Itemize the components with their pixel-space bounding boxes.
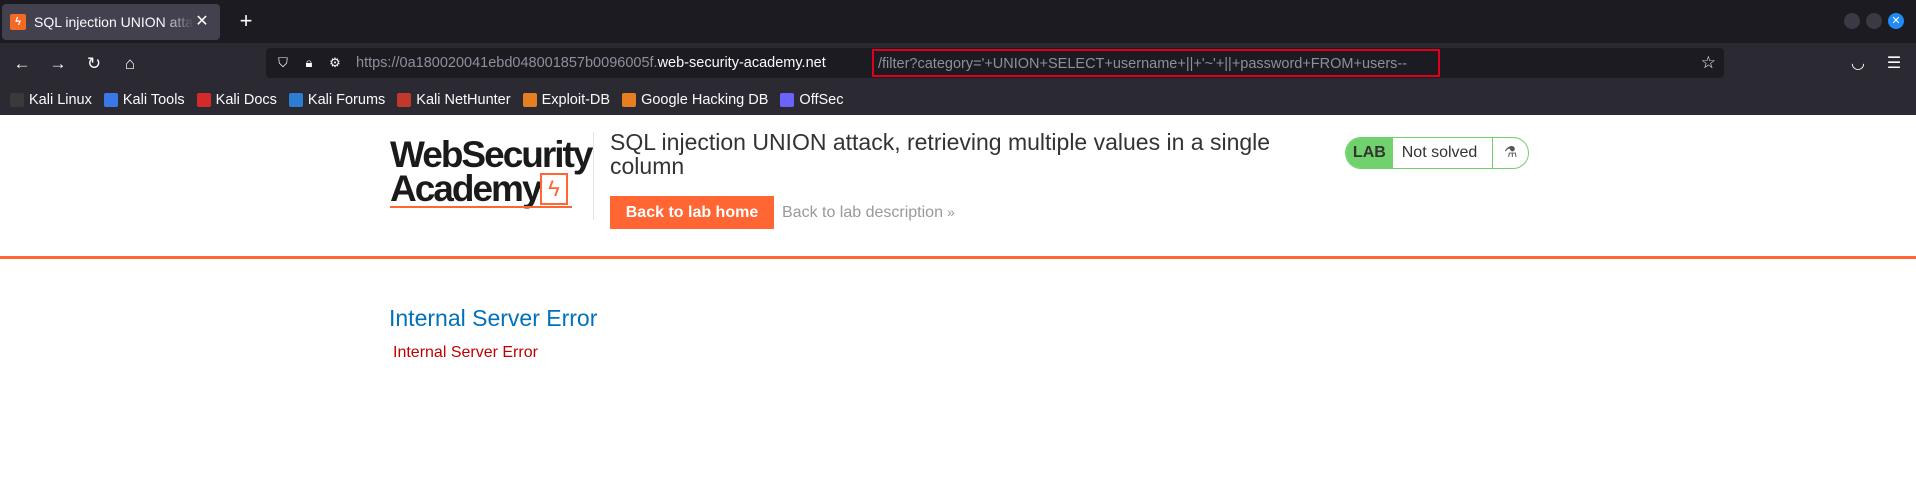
navigation-bar: ← → ↻ ⌂ ⛉ 🔒︎ ⚙ https://0a180020041ebd048… bbox=[0, 43, 1916, 84]
error-heading: Internal Server Error bbox=[389, 305, 598, 331]
shield-icon[interactable]: ⛉ bbox=[274, 54, 292, 72]
new-tab-button[interactable]: + bbox=[233, 8, 259, 34]
url-text: https://0a180020041ebd048001857b0096005f… bbox=[356, 55, 826, 71]
active-tab[interactable]: ϟ SQL injection UNION attack, retrieving… bbox=[2, 4, 220, 40]
back-icon[interactable]: ← bbox=[10, 52, 34, 76]
close-tab-icon[interactable]: ✕ bbox=[192, 12, 212, 32]
flask-icon: ⚗ bbox=[1492, 138, 1528, 168]
lab-status-text: Not solved bbox=[1401, 144, 1478, 161]
url-domain: web-security-academy.net bbox=[657, 55, 826, 71]
lab-title: SQL injection UNION attack, retrieving m… bbox=[610, 129, 1271, 179]
pocket-icon[interactable]: ◡ bbox=[1846, 52, 1870, 76]
double-chevron-right-icon: » bbox=[946, 204, 955, 220]
bookmark-kali-docs[interactable]: Kali Docs bbox=[196, 92, 277, 108]
header-divider bbox=[593, 132, 594, 220]
forward-icon[interactable]: → bbox=[46, 52, 70, 76]
google-hacking-db-icon bbox=[622, 92, 637, 107]
lab-badge: LAB bbox=[1346, 138, 1393, 168]
error-message: Internal Server Error bbox=[393, 344, 538, 361]
url-scheme: https://0a180020041ebd048001857b0096005f… bbox=[356, 55, 658, 71]
bookmark-kali-linux[interactable]: Kali Linux bbox=[10, 92, 92, 108]
back-to-lab-description-link[interactable]: Back to lab description» bbox=[782, 204, 955, 222]
bookmark-offsec[interactable]: OffSec bbox=[780, 92, 843, 108]
lock-icon[interactable]: 🔒︎ bbox=[300, 54, 318, 72]
exploit-db-icon bbox=[522, 92, 537, 107]
tab-bar: ϟ SQL injection UNION attack, retrieving… bbox=[0, 0, 1916, 43]
lightning-bolt-icon: ϟ bbox=[540, 173, 568, 205]
home-icon[interactable]: ⌂ bbox=[118, 52, 142, 76]
bookmark-kali-forums[interactable]: Kali Forums bbox=[288, 92, 385, 108]
back-to-lab-home-button[interactable]: Back to lab home bbox=[610, 196, 774, 229]
url-path-highlight: /filter?category='+UNION+SELECT+username… bbox=[872, 49, 1440, 77]
kali-nethunter-icon bbox=[397, 92, 412, 107]
bookmark-kali-nethunter[interactable]: Kali NetHunter bbox=[397, 92, 511, 108]
bookmark-exploit-db[interactable]: Exploit-DB bbox=[522, 92, 610, 108]
close-window-button[interactable]: ✕ bbox=[1888, 13, 1904, 29]
kali-forums-icon bbox=[288, 92, 303, 107]
bookmarks-toolbar: Kali Linux Kali Tools Kali Docs Kali For… bbox=[0, 84, 1916, 115]
bookmark-google-hacking-db[interactable]: Google Hacking DB bbox=[622, 92, 768, 108]
offsec-icon bbox=[780, 92, 795, 107]
kali-docs-icon bbox=[196, 92, 211, 107]
minimize-button[interactable] bbox=[1844, 13, 1860, 29]
url-bar[interactable]: ⛉ 🔒︎ ⚙ https://0a180020041ebd048001857b0… bbox=[266, 48, 1724, 78]
web-security-academy-logo[interactable]: WebSecurity Academy ϟ bbox=[390, 134, 593, 210]
menu-icon[interactable]: ☰ bbox=[1882, 52, 1906, 76]
url-path: /filter?category='+UNION+SELECT+username… bbox=[878, 56, 1408, 72]
maximize-button[interactable] bbox=[1866, 13, 1882, 29]
kali-linux-icon bbox=[10, 92, 24, 107]
tab-title: SQL injection UNION attack, retrieving m… bbox=[34, 14, 194, 30]
bookmark-star-icon[interactable]: ☆ bbox=[1701, 53, 1716, 73]
permissions-icon[interactable]: ⚙ bbox=[326, 54, 344, 72]
reload-icon[interactable]: ↻ bbox=[82, 52, 106, 76]
bookmark-kali-tools[interactable]: Kali Tools bbox=[103, 92, 185, 108]
lab-status-widget: LAB Not solved ⚗ bbox=[1345, 137, 1529, 169]
header-orange-rule bbox=[0, 256, 1916, 259]
logo-text-line2: Academy bbox=[390, 168, 543, 209]
logo-underline bbox=[390, 206, 572, 208]
portswigger-favicon-icon: ϟ bbox=[10, 14, 26, 30]
kali-tools-icon bbox=[103, 92, 118, 107]
